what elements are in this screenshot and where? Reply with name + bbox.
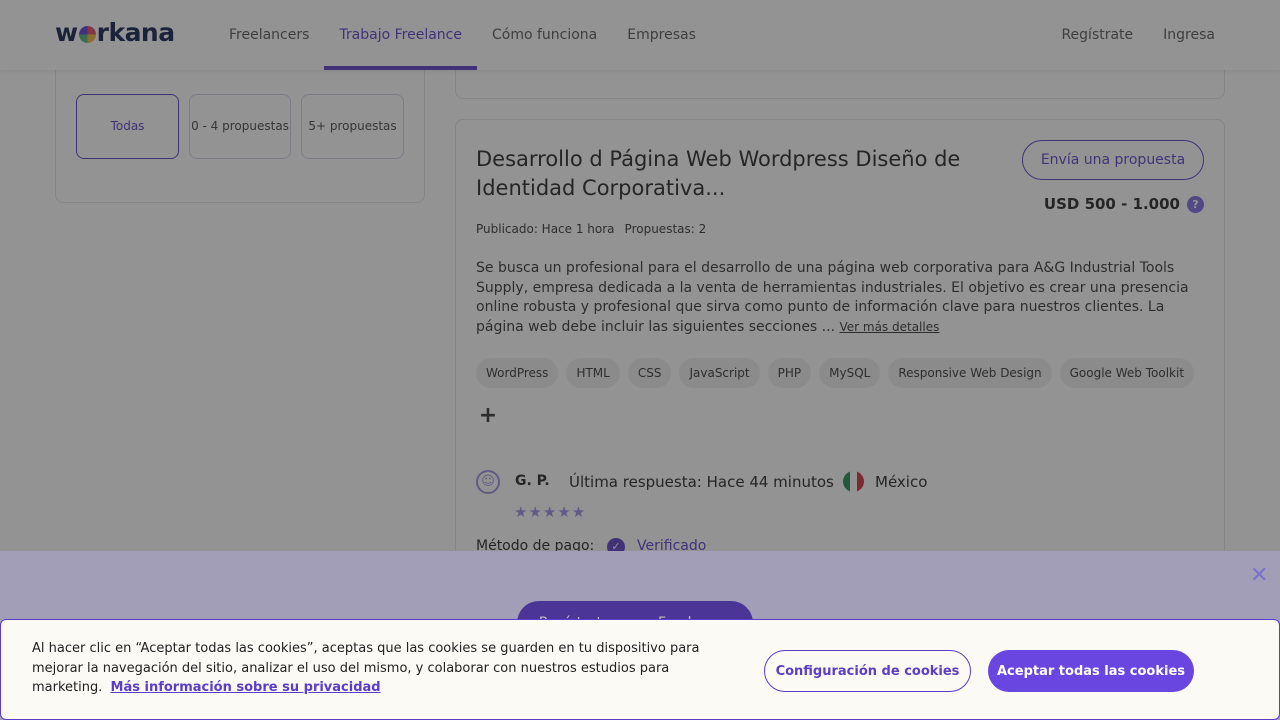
cookie-settings-button[interactable]: Configuración de cookies <box>764 650 971 692</box>
accept-all-cookies-button[interactable]: Aceptar todas las cookies <box>988 650 1194 692</box>
privacy-info-link[interactable]: Más información sobre su privacidad <box>111 680 381 695</box>
close-icon[interactable]: ✕ <box>1250 563 1268 588</box>
cookie-message: Al hacer clic en “Aceptar todas las cook… <box>32 639 732 698</box>
